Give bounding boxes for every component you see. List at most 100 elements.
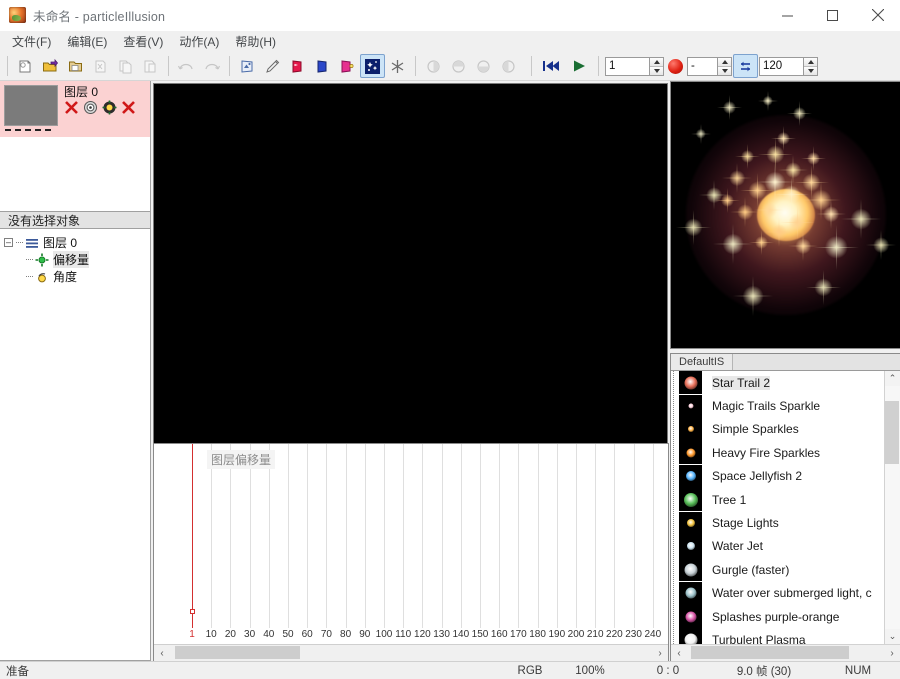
list-item[interactable]: Space Jellyfish 2 — [679, 464, 884, 488]
list-item[interactable]: Stage Lights — [679, 511, 884, 535]
red-layer-icon[interactable] — [285, 54, 310, 78]
preview-panel[interactable] — [670, 81, 900, 349]
tree-node-offset[interactable]: 偏移量 — [4, 251, 150, 268]
scroll-left-icon[interactable]: ‹ — [154, 646, 170, 661]
open-project-icon[interactable] — [38, 54, 63, 78]
scroll-track[interactable] — [170, 646, 652, 660]
status-zoom: 100% — [575, 664, 605, 677]
pen-tool-icon[interactable] — [260, 54, 285, 78]
list-item[interactable]: Water over submerged light, c — [679, 581, 884, 605]
layer-row[interactable]: 图层 0 — [0, 81, 150, 137]
list-item[interactable]: Heavy Fire Sparkles — [679, 441, 884, 465]
scroll-left-icon[interactable]: ‹ — [671, 646, 687, 661]
emitter-list[interactable]: Star Trail 2 Magic Trails Sparkle Simple S… — [671, 371, 884, 644]
library-hscrollbar[interactable]: ‹ › — [671, 644, 900, 661]
layer-properties-icon[interactable] — [83, 100, 98, 115]
list-item[interactable]: Star Trail 2 — [679, 371, 884, 395]
spin-up-icon[interactable] — [804, 57, 817, 67]
timeline-gridline — [576, 444, 577, 628]
scroll-thumb[interactable] — [690, 646, 849, 659]
current-frame-input[interactable]: 1 — [605, 56, 649, 76]
composition-canvas[interactable] — [153, 83, 668, 456]
layer-thumbnail[interactable] — [4, 85, 58, 126]
list-item[interactable]: Gurgle (faster) — [679, 558, 884, 582]
scroll-thumb[interactable] — [885, 400, 899, 464]
copy-icon[interactable] — [113, 54, 138, 78]
new-project-icon[interactable] — [13, 54, 38, 78]
scroll-thumb[interactable] — [174, 646, 301, 659]
menu-action[interactable]: 动作(A) — [171, 31, 227, 53]
list-item[interactable]: Water Jet — [679, 534, 884, 558]
undo-icon[interactable] — [174, 54, 199, 78]
scroll-right-icon[interactable]: › — [652, 646, 668, 661]
background-image-icon[interactable] — [235, 54, 260, 78]
frame-step-stepper[interactable]: - — [687, 56, 732, 76]
minimize-button[interactable] — [765, 0, 810, 30]
total-frames-input[interactable]: 120 — [759, 56, 803, 76]
scroll-track[interactable] — [687, 646, 884, 660]
menu-edit[interactable]: 编辑(E) — [59, 31, 115, 53]
paste-icon[interactable] — [138, 54, 163, 78]
library-tab[interactable]: DefaultIS — [671, 354, 734, 370]
view-mode-1-icon[interactable] — [421, 54, 446, 78]
close-button[interactable] — [855, 0, 900, 30]
scroll-down-icon[interactable]: ⌄ — [885, 629, 900, 644]
magenta-layer-icon[interactable] — [335, 54, 360, 78]
save-project-icon[interactable] — [63, 54, 88, 78]
tree-node-angle[interactable]: 角度 — [4, 268, 150, 285]
timeline-keyframe[interactable] — [190, 609, 195, 614]
view-mode-3-icon[interactable] — [471, 54, 496, 78]
list-item[interactable]: Tree 1 — [679, 488, 884, 512]
particle-emitter-icon[interactable] — [360, 54, 385, 78]
list-item[interactable]: Simple Sparkles — [679, 417, 884, 441]
maximize-button[interactable] — [810, 0, 855, 30]
rewind-icon[interactable] — [537, 54, 565, 78]
timeline-hscrollbar[interactable]: ‹ › — [154, 644, 668, 661]
spin-down-icon[interactable] — [650, 66, 663, 75]
scroll-up-icon[interactable]: ⌃ — [885, 371, 900, 386]
list-item[interactable]: Magic Trails Sparkle — [679, 394, 884, 418]
view-mode-4-icon[interactable] — [496, 54, 521, 78]
menu-file[interactable]: 文件(F) — [4, 31, 59, 53]
scroll-right-icon[interactable]: › — [884, 646, 900, 661]
play-icon[interactable] — [565, 54, 593, 78]
list-item[interactable]: Turbulent Plasma — [679, 628, 884, 644]
current-frame-spin-buttons[interactable] — [649, 56, 664, 76]
record-icon[interactable] — [668, 58, 683, 74]
frame-step-spin-buttons[interactable] — [717, 56, 732, 76]
spin-down-icon[interactable] — [804, 66, 817, 75]
cut-icon[interactable] — [88, 54, 113, 78]
layer-icon-group — [64, 100, 150, 115]
frame-step-input[interactable]: - — [687, 56, 717, 76]
total-frames-spin-buttons[interactable] — [803, 56, 818, 76]
view-mode-2-icon[interactable] — [446, 54, 471, 78]
list-item[interactable]: Splashes purple-orange — [679, 605, 884, 629]
spin-up-icon[interactable] — [718, 57, 731, 67]
deflector-icon[interactable] — [385, 54, 410, 78]
library-vscrollbar[interactable]: ⌃ ⌄ — [884, 371, 900, 644]
expander-icon[interactable]: – — [4, 238, 13, 247]
particle-star — [691, 124, 711, 144]
delete-layer-icon[interactable] — [64, 100, 79, 115]
timeline-tick-label: 10 — [205, 629, 217, 640]
emitter-thumbnail-icon — [679, 394, 702, 418]
loop-icon[interactable] — [733, 54, 758, 78]
total-frames-stepper[interactable]: 120 — [759, 56, 818, 76]
timeline-playhead[interactable] — [192, 444, 193, 628]
timeline-graph[interactable]: 图层偏移量 — [154, 444, 668, 628]
layer-visibility-icon[interactable] — [121, 100, 136, 115]
layer-emitter-icon[interactable] — [102, 100, 117, 115]
current-frame-stepper[interactable]: 1 — [605, 56, 664, 76]
tree-node-layer[interactable]: – 图层 0 — [4, 234, 150, 251]
spin-up-icon[interactable] — [650, 57, 663, 67]
timeline-ruler[interactable]: 1 10 20 30 40 50 60 70 80 90 100 110 120 130 140 150 160… — [154, 628, 668, 644]
redo-icon[interactable] — [199, 54, 224, 78]
spin-down-icon[interactable] — [718, 66, 731, 75]
blue-layer-icon[interactable] — [310, 54, 335, 78]
menu-help[interactable]: 帮助(H) — [227, 31, 284, 53]
timeline-gridline — [614, 444, 616, 628]
menu-view[interactable]: 查看(V) — [115, 31, 171, 53]
layer-node-icon — [26, 238, 38, 248]
scroll-track[interactable] — [885, 386, 900, 629]
left-panel: 图层 0 没有选择对象 – 图层 0 偏移量 角度 — [0, 81, 151, 661]
